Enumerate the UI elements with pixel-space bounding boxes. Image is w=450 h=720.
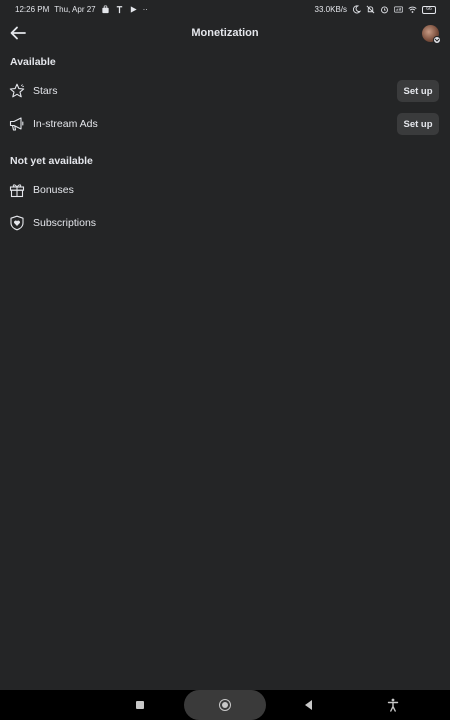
accessibility-icon[interactable]: [387, 698, 399, 712]
list-item-label: Stars: [33, 85, 58, 97]
top-app-bar: Monetization: [0, 18, 450, 48]
system-navigation-bar: [0, 690, 450, 720]
chevron-down-icon: [433, 36, 441, 44]
alarm-icon: [380, 5, 389, 14]
mute-bell-icon: [366, 5, 375, 14]
notification-app-icon: [101, 5, 110, 14]
status-bar-right: 33.0KB/s 66: [315, 5, 436, 14]
list-item-in-stream-ads[interactable]: In-stream Ads Set up: [0, 109, 450, 139]
status-time: 12:26 PM: [15, 5, 50, 14]
star-icon: [9, 83, 25, 99]
status-bar-left: 12:26 PM Thu, Apr 27 ··: [15, 5, 148, 14]
list-item-label: Bonuses: [33, 184, 74, 196]
recents-square-icon[interactable]: [136, 701, 144, 709]
list-item-bonuses[interactable]: Bonuses: [0, 175, 450, 205]
list-item-subscriptions[interactable]: Subscriptions: [0, 208, 450, 238]
profile-avatar[interactable]: [422, 25, 441, 44]
back-triangle-icon[interactable]: [305, 700, 312, 710]
status-date: Thu, Apr 27: [54, 5, 96, 14]
page-title: Monetization: [191, 27, 259, 39]
network-speed: 33.0KB/s: [314, 5, 347, 14]
list-item-label: Subscriptions: [33, 217, 97, 229]
wifi-icon: [408, 5, 417, 14]
notification-play-icon: [129, 5, 138, 14]
notification-text-icon: [115, 5, 124, 14]
megaphone-icon: [9, 116, 25, 132]
home-dot: [222, 702, 228, 708]
section-title-not-yet-available: Not yet available: [10, 155, 93, 167]
list-item-stars[interactable]: Stars Set up: [0, 76, 450, 106]
section-title-available: Available: [10, 56, 56, 68]
signal-icon: [394, 5, 403, 14]
home-circle-icon[interactable]: [219, 699, 231, 711]
status-overflow: ··: [142, 5, 148, 14]
shield-heart-icon: [9, 215, 25, 231]
status-bar: 12:26 PM Thu, Apr 27 ·· 33.0KB/s 66: [0, 0, 450, 18]
moon-icon: [352, 5, 361, 14]
list-item-label: In-stream Ads: [33, 118, 98, 130]
in-stream-ads-setup-button[interactable]: Set up: [397, 113, 439, 135]
battery-icon: 66: [422, 5, 436, 14]
stars-setup-button[interactable]: Set up: [397, 80, 439, 102]
gift-icon: [9, 182, 25, 198]
